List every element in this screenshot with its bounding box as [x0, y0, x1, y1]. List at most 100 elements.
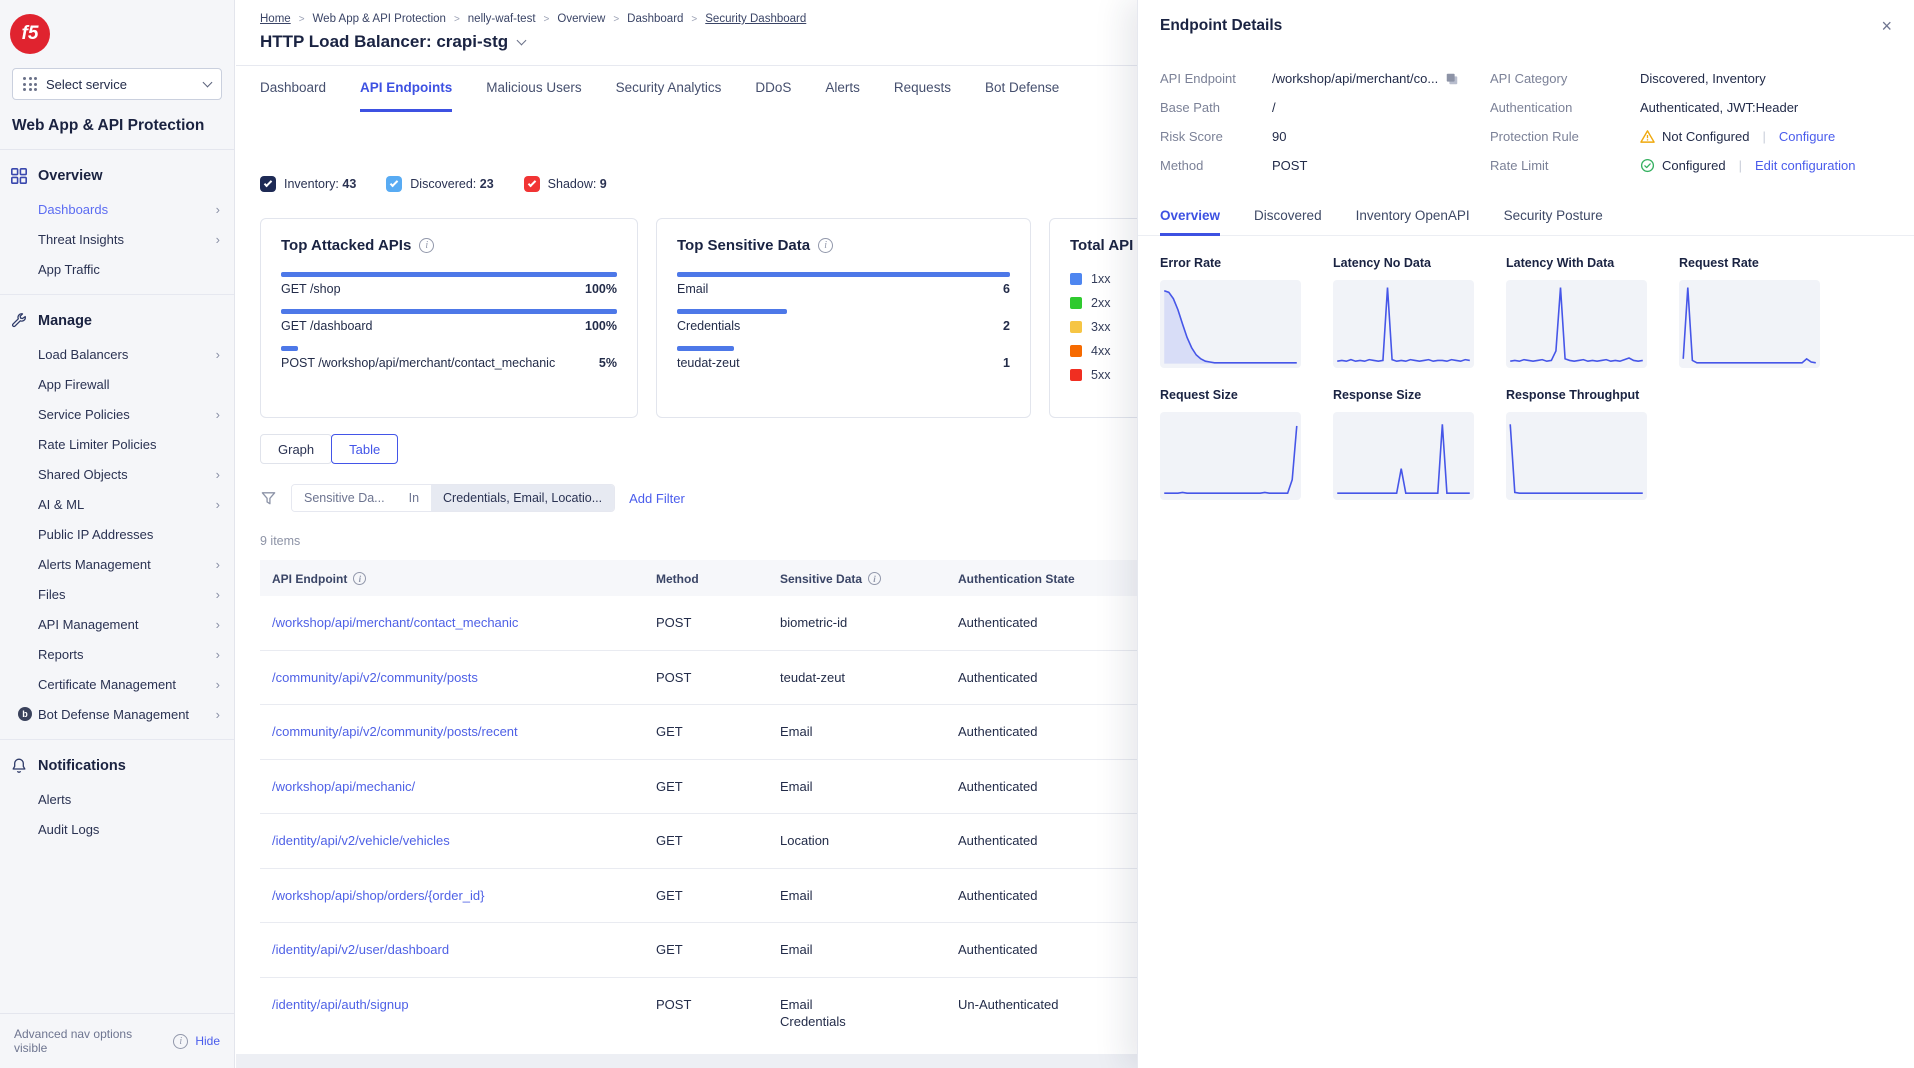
endpoint-link[interactable]: /workshop/api/shop/orders/{order_id} — [272, 888, 484, 903]
chart-latency-no-data: Latency No Data — [1333, 256, 1474, 368]
filter-operator[interactable]: In — [397, 485, 431, 511]
sidebar-item-public-ip-addresses[interactable]: Public IP Addresses — [0, 519, 234, 549]
product-title: Web App & API Protection — [12, 117, 222, 135]
info-icon: i — [173, 1034, 188, 1049]
add-filter-button[interactable]: Add Filter — [629, 491, 685, 506]
link-edit-configuration[interactable]: Edit configuration — [1755, 158, 1855, 173]
chevron-right-icon: › — [216, 407, 220, 422]
copy-icon[interactable] — [1445, 72, 1459, 86]
f5-logo[interactable]: f5 — [10, 14, 50, 54]
chart-title: Error Rate — [1160, 256, 1301, 270]
filter-value[interactable]: Credentials, Email, Locatio... — [431, 485, 614, 511]
endpoint-link[interactable]: /identity/api/auth/signup — [272, 997, 409, 1012]
sidebar-item-ai-ml[interactable]: AI & ML› — [0, 489, 234, 519]
breadcrumb-item-home[interactable]: Home — [260, 13, 291, 25]
tab-dashboard[interactable]: Dashboard — [260, 66, 326, 112]
sidebar-item-bot-defense-management[interactable]: bBot Defense Management› — [0, 699, 234, 729]
panel-tab-inventory-openapi[interactable]: Inventory OpenAPI — [1356, 198, 1470, 236]
chevron-down-icon[interactable] — [517, 35, 527, 45]
chart-response-throughput: Response Throughput — [1506, 388, 1647, 500]
endpoint-link[interactable]: /identity/api/v2/vehicle/vehicles — [272, 833, 450, 848]
endpoint-link[interactable]: /community/api/v2/community/posts/recent — [272, 724, 518, 739]
endpoint-link[interactable]: /identity/api/v2/user/dashboard — [272, 942, 449, 957]
filter-field[interactable]: Sensitive Da... — [292, 485, 397, 511]
grid-icon — [10, 167, 28, 185]
panel-tab-security-posture[interactable]: Security Posture — [1504, 198, 1603, 236]
chevron-right-icon: › — [216, 467, 220, 482]
endpoint-link[interactable]: /workshop/api/mechanic/ — [272, 779, 415, 794]
legend-swatch — [1070, 321, 1082, 333]
column-api-endpoint: API Endpointi — [260, 560, 644, 596]
tab-bot-defense[interactable]: Bot Defense — [985, 66, 1059, 112]
card-top-attacked-apis: Top Attacked APIs i GET /shop100%GET /da… — [260, 218, 638, 418]
sidebar-item-shared-objects[interactable]: Shared Objects› — [0, 459, 234, 489]
tab-api-endpoints[interactable]: API Endpoints — [360, 66, 452, 112]
sidebar-item-app-firewall[interactable]: App Firewall — [0, 369, 234, 399]
card-top-sensitive-data: Top Sensitive Data i Email6Credentials2t… — [656, 218, 1031, 418]
endpoint-link[interactable]: /community/api/v2/community/posts — [272, 670, 478, 685]
legend-swatch — [1070, 369, 1082, 381]
panel-tab-overview[interactable]: Overview — [1160, 198, 1220, 236]
sidebar-item-service-policies[interactable]: Service Policies› — [0, 399, 234, 429]
chevron-right-icon: › — [216, 587, 220, 602]
panel-tab-bar: Overview Discovered Inventory OpenAPI Secur… — [1138, 192, 1914, 236]
view-toggle-table[interactable]: Table — [331, 434, 398, 464]
sidebar-item-audit-logs[interactable]: Audit Logs — [0, 814, 234, 844]
f5-logo-text: f5 — [22, 23, 39, 45]
link-configure[interactable]: Configure — [1779, 129, 1835, 144]
select-service-dropdown[interactable]: Select service — [12, 68, 222, 100]
breadcrumb-item-nelly-waf-test[interactable]: nelly-waf-test — [468, 13, 536, 25]
column-method: Method — [644, 560, 768, 596]
tab-alerts[interactable]: Alerts — [825, 66, 860, 112]
sensitive-data-row: Email6 — [677, 272, 1010, 296]
select-service-label: Select service — [46, 77, 195, 92]
sensitive-data-row: Credentials2 — [677, 309, 1010, 333]
sidebar-item-alerts[interactable]: Alerts — [0, 784, 234, 814]
section-header-manage: Manage — [0, 303, 234, 339]
chevron-right-icon: › — [216, 497, 220, 512]
checkbox-shadow[interactable]: Shadow: 9 — [524, 176, 607, 192]
sidebar-item-rate-limiter-policies[interactable]: Rate Limiter Policies — [0, 429, 234, 459]
page-title: HTTP Load Balancer: crapi-stg — [260, 32, 508, 52]
tab-requests[interactable]: Requests — [894, 66, 951, 112]
tab-malicious-users[interactable]: Malicious Users — [486, 66, 581, 112]
attacked-api-row: GET /dashboard100% — [281, 309, 617, 333]
tab-ddos[interactable]: DDoS — [755, 66, 791, 112]
sidebar-item-certificate-management[interactable]: Certificate Management› — [0, 669, 234, 699]
checkbox-inventory[interactable]: Inventory: 43 — [260, 176, 356, 192]
sidebar-item-threat-insights[interactable]: Threat Insights› — [0, 224, 234, 254]
breadcrumb-item-security-dashboard[interactable]: Security Dashboard — [705, 13, 806, 25]
chart-plot — [1333, 280, 1474, 368]
filter-funnel-icon — [260, 490, 277, 507]
chart-plot — [1679, 280, 1820, 368]
hide-link[interactable]: Hide — [195, 1034, 220, 1048]
chevron-right-icon: › — [216, 617, 220, 632]
endpoint-detail-fields: API Endpoint/workshop/api/merchant/co...… — [1138, 52, 1914, 192]
sidebar-item-api-management[interactable]: API Management› — [0, 609, 234, 639]
nav-section-manage: ManageLoad Balancers›App FirewallService… — [0, 294, 234, 739]
tab-security-analytics[interactable]: Security Analytics — [616, 66, 722, 112]
bot-defense-icon: b — [18, 707, 32, 721]
breadcrumb-item-web-app-api-protection[interactable]: Web App & API Protection — [313, 13, 446, 25]
panel-tab-discovered[interactable]: Discovered — [1254, 198, 1322, 236]
chart-response-size: Response Size — [1333, 388, 1474, 500]
chart-plot — [1333, 412, 1474, 500]
sidebar-item-dashboards[interactable]: Dashboards› — [0, 194, 234, 224]
sidebar-item-reports[interactable]: Reports› — [0, 639, 234, 669]
view-toggle-graph[interactable]: Graph — [260, 434, 332, 464]
close-icon[interactable]: × — [1881, 17, 1892, 35]
checkbox-icon — [524, 176, 540, 192]
sensitive-data-row: teudat-zeut1 — [677, 346, 1010, 370]
breadcrumb-item-overview[interactable]: Overview — [557, 13, 605, 25]
field-protection-rule: Protection RuleNot Configured|Configure — [1490, 126, 1892, 147]
sidebar-item-files[interactable]: Files› — [0, 579, 234, 609]
endpoint-link[interactable]: /workshop/api/merchant/contact_mechanic — [272, 615, 518, 630]
sidebar-item-app-traffic[interactable]: App Traffic — [0, 254, 234, 284]
metric-bar — [281, 309, 617, 314]
breadcrumb-item-dashboard[interactable]: Dashboard — [627, 13, 683, 25]
section-header-notifications: Notifications — [0, 748, 234, 784]
chart-plot — [1160, 412, 1301, 500]
sidebar-item-alerts-management[interactable]: Alerts Management› — [0, 549, 234, 579]
checkbox-discovered[interactable]: Discovered: 23 — [386, 176, 493, 192]
sidebar-item-load-balancers[interactable]: Load Balancers› — [0, 339, 234, 369]
